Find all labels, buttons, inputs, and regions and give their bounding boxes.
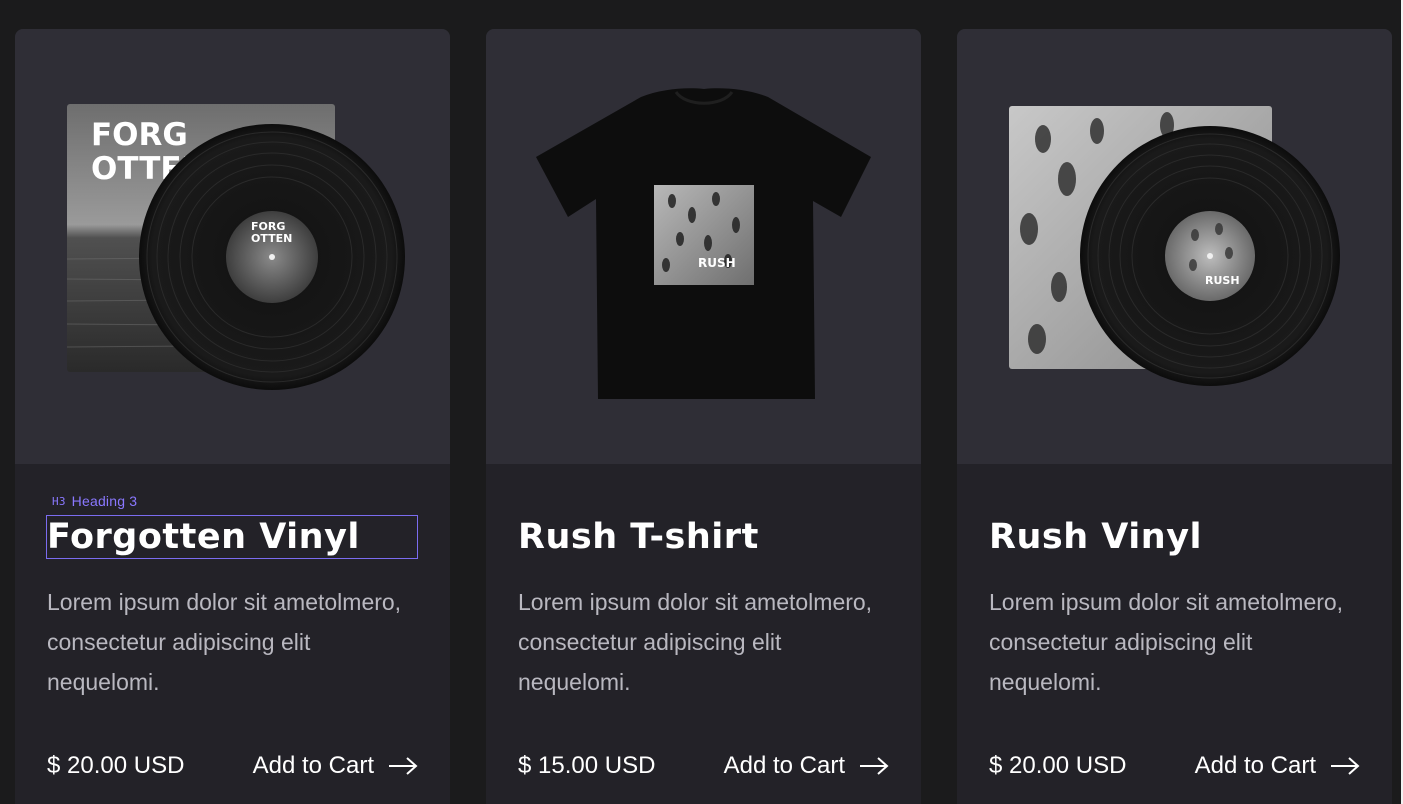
- product-description: Lorem ipsum dolor sit ametolmero, consec…: [518, 589, 873, 695]
- add-to-cart-button[interactable]: Add to Cart: [1195, 752, 1360, 780]
- tshirt-illustration: RUSH: [536, 88, 871, 400]
- product-price: $ 20.00 USD: [989, 752, 1127, 779]
- label-text-line2: OTTEN: [251, 232, 292, 245]
- product-card-forgotten-vinyl[interactable]: FORG OTTEN FORG OTTEN H3 Heading 3 Forgo…: [15, 29, 450, 804]
- label-text: RUSH: [1205, 274, 1240, 287]
- arrow-right-icon: [1331, 757, 1360, 775]
- cover-text-line1: FORG: [91, 117, 188, 153]
- arrow-right-icon: [389, 757, 418, 775]
- print-text: RUSH: [698, 256, 736, 270]
- vinyl-album-illustration: FORG OTTEN FORG OTTEN: [66, 104, 405, 390]
- product-grid-page: FORG OTTEN FORG OTTEN H3 Heading 3 Forgo…: [0, 0, 1403, 804]
- vinyl-album-illustration: RUSH: [1009, 106, 1340, 386]
- product-grid: FORG OTTEN FORG OTTEN H3 Heading 3 Forgo…: [15, 29, 1392, 804]
- product-description: Lorem ipsum dolor sit ametolmero, consec…: [47, 589, 402, 695]
- arrow-right-icon: [860, 757, 889, 775]
- add-to-cart-label: Add to Cart: [252, 752, 374, 779]
- product-image-rush-tshirt[interactable]: RUSH: [486, 29, 921, 464]
- heading-level-label: Heading 3: [71, 493, 138, 509]
- product-description: Lorem ipsum dolor sit ametolmero, consec…: [989, 589, 1344, 695]
- h3-icon: H3: [52, 494, 66, 508]
- product-card-rush-vinyl[interactable]: RUSH Rush Vinyl Lorem ipsum dolor sit am…: [957, 29, 1392, 804]
- product-title[interactable]: Rush T-shirt: [518, 516, 759, 558]
- product-title[interactable]: Forgotten Vinyl: [46, 515, 418, 559]
- product-image-rush-vinyl[interactable]: RUSH: [957, 29, 1392, 464]
- product-price: $ 15.00 USD: [518, 752, 656, 779]
- add-to-cart-label: Add to Cart: [723, 752, 845, 779]
- add-to-cart-button[interactable]: Add to Cart: [724, 752, 889, 780]
- product-price: $ 20.00 USD: [47, 752, 185, 779]
- product-card-rush-tshirt[interactable]: RUSH Rush T-shirt Lorem ipsum dolor sit …: [486, 29, 921, 804]
- heading-level-tag: H3 Heading 3: [52, 493, 137, 509]
- add-to-cart-label: Add to Cart: [1194, 752, 1316, 779]
- product-title[interactable]: Rush Vinyl: [989, 516, 1202, 558]
- product-image-forgotten-vinyl[interactable]: FORG OTTEN FORG OTTEN: [15, 29, 450, 464]
- add-to-cart-button[interactable]: Add to Cart: [253, 752, 418, 780]
